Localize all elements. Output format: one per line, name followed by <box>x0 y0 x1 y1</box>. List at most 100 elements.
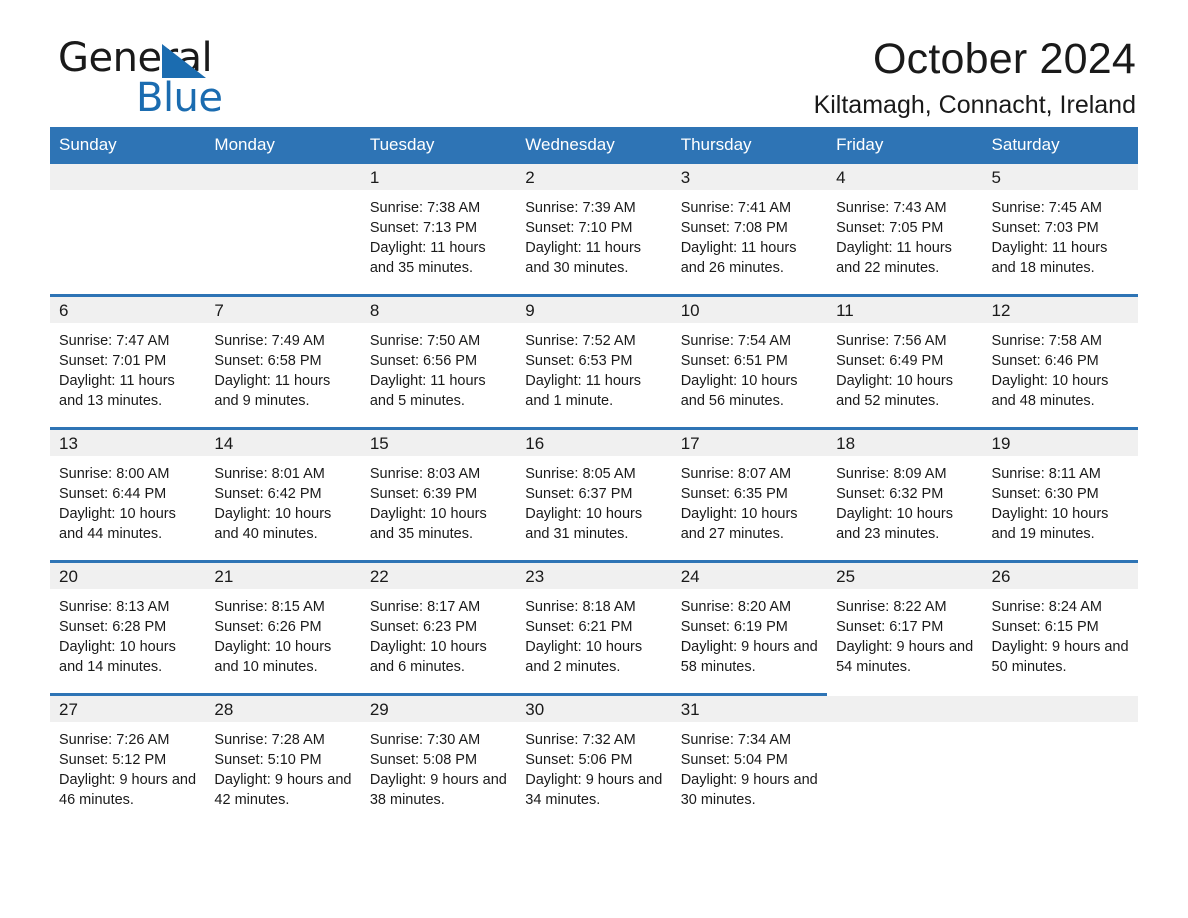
sunrise-text: Sunrise: 7:38 AM <box>369 200 481 216</box>
day-details: Sunrise: 8:09 AM Sunset: 6:32 PM Daylight:… <box>827 456 982 560</box>
sunrise-text: Sunrise: 8:13 AM <box>59 599 170 615</box>
day-details: Sunrise: 7:39 AM Sunset: 7:10 PM Daylight:… <box>516 190 671 294</box>
day-details: Sunrise: 7:52 AM Sunset: 6:53 PM Daylight:… <box>516 323 671 427</box>
sunrise-text: Sunrise: 7:47 AM <box>59 333 170 349</box>
daylight-text: Daylight: 9 hours and 38 minutes. <box>369 772 507 808</box>
sunset-text: Sunset: 6:35 PM <box>680 486 788 502</box>
day-number: 25 <box>827 563 983 589</box>
day-details: Sunrise: 7:43 AM Sunset: 7:05 PM Daylight:… <box>827 190 982 294</box>
calendar-day-cell[interactable]: 21 Sunrise: 8:15 AM Sunset: 6:26 PM Dayligh… <box>205 560 361 695</box>
daylight-text: Daylight: 10 hours and 23 minutes. <box>836 506 953 542</box>
day-details: Sunrise: 8:22 AM Sunset: 6:17 PM Daylight:… <box>827 589 982 693</box>
sunset-text: Sunset: 6:46 PM <box>991 353 1099 369</box>
sunrise-text: Sunrise: 8:01 AM <box>214 466 325 482</box>
day-number: 23 <box>516 563 672 589</box>
calendar-day-cell[interactable]: 10 Sunrise: 7:54 AM Sunset: 6:51 PM Dayligh… <box>671 294 828 429</box>
calendar-day-cell[interactable]: 23 Sunrise: 8:18 AM Sunset: 6:21 PM Dayligh… <box>516 560 672 695</box>
day-number: 1 <box>360 164 517 190</box>
weekday-header-sunday: Sunday <box>50 127 206 164</box>
calendar-day-cell[interactable]: 13 Sunrise: 8:00 AM Sunset: 6:44 PM Dayligh… <box>50 427 206 562</box>
calendar-week-row: 20 Sunrise: 8:13 AM Sunset: 6:28 PM Dayligh… <box>50 560 1138 695</box>
daylight-text: Daylight: 10 hours and 2 minutes. <box>525 639 643 675</box>
calendar-day-cell[interactable]: 14 Sunrise: 8:01 AM Sunset: 6:42 PM Dayligh… <box>205 427 361 562</box>
sunset-text: Sunset: 6:28 PM <box>59 619 167 635</box>
calendar-day-cell[interactable]: 6 Sunrise: 7:47 AM Sunset: 7:01 PM Daylight… <box>50 294 206 429</box>
calendar-week-row: 6 Sunrise: 7:47 AM Sunset: 7:01 PM Daylight… <box>50 294 1138 429</box>
calendar-day-cell[interactable]: 19 Sunrise: 8:11 AM Sunset: 6:30 PM Dayligh… <box>982 427 1138 562</box>
calendar-day-cell[interactable]: 5 Sunrise: 7:45 AM Sunset: 7:03 PM Daylight… <box>982 164 1138 296</box>
calendar-day-cell[interactable]: 9 Sunrise: 7:52 AM Sunset: 6:53 PM Daylight… <box>516 294 672 429</box>
daylight-text: Daylight: 11 hours and 35 minutes. <box>369 240 486 276</box>
day-number: 13 <box>50 430 206 456</box>
calendar-day-cell[interactable]: 4 Sunrise: 7:43 AM Sunset: 7:05 PM Daylight… <box>827 164 983 296</box>
calendar-day-cell[interactable]: 8 Sunrise: 7:50 AM Sunset: 6:56 PM Daylight… <box>360 294 517 429</box>
calendar-day-cell[interactable]: 29 Sunrise: 7:30 AM Sunset: 5:08 PM Dayligh… <box>360 693 517 826</box>
calendar-day-cell[interactable]: 30 Sunrise: 7:32 AM Sunset: 5:06 PM Dayligh… <box>516 693 672 826</box>
day-number: 6 <box>50 297 206 323</box>
day-details: Sunrise: 7:49 AM Sunset: 6:58 PM Daylight:… <box>205 323 360 427</box>
sunset-text: Sunset: 7:01 PM <box>59 353 167 369</box>
calendar-day-cell[interactable]: 2 Sunrise: 7:39 AM Sunset: 7:10 PM Daylight… <box>516 164 672 296</box>
day-number: 24 <box>671 563 828 589</box>
daylight-text: Daylight: 10 hours and 14 minutes. <box>59 639 176 675</box>
sunrise-text: Sunrise: 7:56 AM <box>836 333 947 349</box>
calendar-day-cell[interactable]: 3 Sunrise: 7:41 AM Sunset: 7:08 PM Daylight… <box>671 164 828 296</box>
calendar-day-cell[interactable]: 26 Sunrise: 8:24 AM Sunset: 6:15 PM Dayligh… <box>982 560 1138 695</box>
daylight-text: Daylight: 9 hours and 50 minutes. <box>991 639 1129 675</box>
day-number: 8 <box>360 297 517 323</box>
sunrise-text: Sunrise: 7:34 AM <box>680 732 792 748</box>
sunset-text: Sunset: 6:26 PM <box>214 619 322 635</box>
day-details: Sunrise: 8:24 AM Sunset: 6:15 PM Daylight:… <box>983 589 1138 693</box>
daylight-text: Daylight: 9 hours and 42 minutes. <box>214 772 352 808</box>
day-number: 2 <box>516 164 672 190</box>
day-number: 22 <box>360 563 517 589</box>
day-details: Sunrise: 7:50 AM Sunset: 6:56 PM Daylight:… <box>361 323 516 427</box>
day-details: Sunrise: 7:58 AM Sunset: 6:46 PM Daylight:… <box>983 323 1138 427</box>
sunrise-text: Sunrise: 8:17 AM <box>369 599 481 615</box>
calendar-day-cell[interactable]: 11 Sunrise: 7:56 AM Sunset: 6:49 PM Dayligh… <box>827 294 983 429</box>
weekday-header-tuesday: Tuesday <box>360 127 517 164</box>
day-details: Sunrise: 8:17 AM Sunset: 6:23 PM Daylight:… <box>361 589 516 693</box>
calendar-week-row: 13 Sunrise: 8:00 AM Sunset: 6:44 PM Dayligh… <box>50 427 1138 562</box>
sunrise-text: Sunrise: 7:26 AM <box>59 732 170 748</box>
calendar-day-cell[interactable]: 17 Sunrise: 8:07 AM Sunset: 6:35 PM Dayligh… <box>671 427 828 562</box>
day-number: 14 <box>205 430 361 456</box>
sunset-text: Sunset: 6:30 PM <box>991 486 1099 502</box>
calendar-day-cell[interactable]: 12 Sunrise: 7:58 AM Sunset: 6:46 PM Dayligh… <box>982 294 1138 429</box>
calendar-day-cell[interactable]: 18 Sunrise: 8:09 AM Sunset: 6:32 PM Dayligh… <box>827 427 983 562</box>
sunrise-text: Sunrise: 7:28 AM <box>214 732 325 748</box>
calendar-day-cell[interactable]: 25 Sunrise: 8:22 AM Sunset: 6:17 PM Dayligh… <box>827 560 983 695</box>
daylight-text: Daylight: 10 hours and 35 minutes. <box>369 506 487 542</box>
sunset-text: Sunset: 7:13 PM <box>369 220 478 236</box>
calendar-day-cell[interactable]: 1 Sunrise: 7:38 AM Sunset: 7:13 PM Daylight… <box>360 164 517 296</box>
general-blue-logo[interactable]: General Blue <box>58 38 318 124</box>
sunrise-text: Sunrise: 7:52 AM <box>525 333 636 349</box>
day-number: 31 <box>671 696 828 722</box>
weekday-header-friday: Friday <box>827 127 983 164</box>
day-details: Sunrise: 8:00 AM Sunset: 6:44 PM Daylight:… <box>50 456 205 560</box>
day-number: 3 <box>671 164 828 190</box>
calendar-day-cell[interactable]: 27 Sunrise: 7:26 AM Sunset: 5:12 PM Dayligh… <box>50 693 206 826</box>
sunrise-text: Sunrise: 8:05 AM <box>525 466 636 482</box>
day-details: Sunrise: 8:03 AM Sunset: 6:39 PM Daylight:… <box>361 456 516 560</box>
day-details: Sunrise: 8:13 AM Sunset: 6:28 PM Daylight:… <box>50 589 205 693</box>
calendar-day-cell[interactable]: 31 Sunrise: 7:34 AM Sunset: 5:04 PM Dayligh… <box>671 693 828 826</box>
calendar-day-cell[interactable]: 7 Sunrise: 7:49 AM Sunset: 6:58 PM Daylight… <box>205 294 361 429</box>
calendar-day-cell-empty <box>205 164 361 296</box>
calendar-page: General Blue October 2024 Kiltamagh, Con… <box>0 0 1188 918</box>
calendar-day-cell[interactable]: 15 Sunrise: 8:03 AM Sunset: 6:39 PM Dayligh… <box>360 427 517 562</box>
daylight-text: Daylight: 10 hours and 10 minutes. <box>214 639 332 675</box>
calendar-day-cell[interactable]: 24 Sunrise: 8:20 AM Sunset: 6:19 PM Dayligh… <box>671 560 828 695</box>
calendar-day-cell-empty <box>50 164 206 296</box>
calendar-day-cell[interactable]: 20 Sunrise: 8:13 AM Sunset: 6:28 PM Dayligh… <box>50 560 206 695</box>
day-number: 26 <box>982 563 1138 589</box>
sunrise-text: Sunrise: 8:20 AM <box>680 599 792 615</box>
weekday-header-thursday: Thursday <box>671 127 828 164</box>
calendar-day-cell[interactable]: 16 Sunrise: 8:05 AM Sunset: 6:37 PM Dayligh… <box>516 427 672 562</box>
calendar-day-cell[interactable]: 28 Sunrise: 7:28 AM Sunset: 5:10 PM Dayligh… <box>205 693 361 826</box>
day-number: 19 <box>982 430 1138 456</box>
calendar-day-cell[interactable]: 22 Sunrise: 8:17 AM Sunset: 6:23 PM Dayligh… <box>360 560 517 695</box>
day-number: 17 <box>671 430 828 456</box>
daylight-text: Daylight: 9 hours and 58 minutes. <box>680 639 818 675</box>
day-details: Sunrise: 7:26 AM Sunset: 5:12 PM Daylight:… <box>50 722 205 826</box>
